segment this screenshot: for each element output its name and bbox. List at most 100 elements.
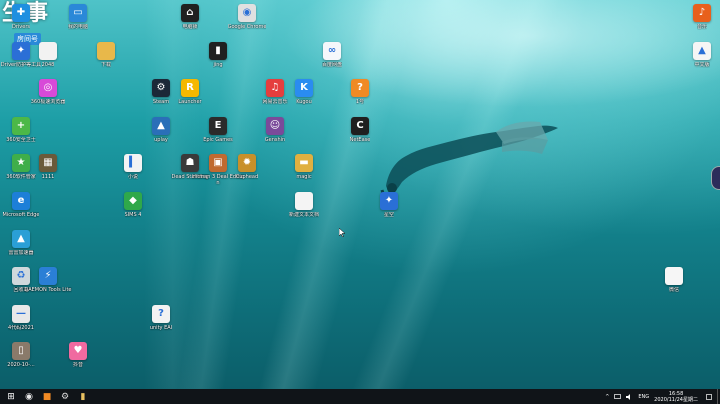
start-button[interactable]: ⊞ xyxy=(4,389,18,404)
desktop-icon-label: 我的电脑 xyxy=(67,24,88,30)
desktop-icon[interactable]: ✦ 星空 xyxy=(363,192,415,218)
desktop-icon[interactable]: ♪ 音乐 xyxy=(676,4,720,30)
orange-app-icon: ■ xyxy=(42,391,52,402)
network-icon[interactable] xyxy=(614,393,622,400)
taskbar-chrome[interactable]: ◉ xyxy=(22,389,36,404)
desktop-icon-label: Drivers xyxy=(12,24,30,30)
desktop-icon-label: Microsoft Edge xyxy=(2,212,40,218)
desktop-icon[interactable]: ▯ 2020-10-... xyxy=(0,342,47,368)
desktop-icon[interactable]: K Kugou xyxy=(278,79,330,105)
system-tray: ^ ENG 16:58 2020/11/24星期二 xyxy=(605,389,720,404)
language-indicator[interactable]: ENG xyxy=(638,394,649,400)
desktop-icon-label: uplay xyxy=(154,137,168,143)
desktop-icon-label: 百度网盘 xyxy=(321,62,342,68)
lock-app-icon: ⌂ xyxy=(181,4,199,22)
taskbar: ⊞ ◉ ■ ⚙ ▮ ^ ENG 16:58 2020/11/24星期二 xyxy=(0,389,720,404)
desktop-icon-label: NetEase xyxy=(349,137,371,143)
desktop-icon[interactable]: e Microsoft Edge xyxy=(0,192,47,218)
yellow-c-icon: C xyxy=(351,117,369,135)
desktop-icon-label: 微信 xyxy=(668,287,679,293)
star-shortcut-icon: ✦ xyxy=(380,192,398,210)
edge-floating-widget[interactable] xyxy=(711,166,720,190)
pink-app-icon: ♥ xyxy=(69,342,87,360)
edge-icon: e xyxy=(12,192,30,210)
new-text-document-icon xyxy=(295,192,313,210)
desktop-icon-label: Launcher xyxy=(178,99,202,105)
desktop-icon[interactable]: ▭ 我的电脑 xyxy=(52,4,104,30)
desktop-icon-label: 中文版 xyxy=(694,62,710,68)
desktop-icon[interactable]: ☺ Genshin xyxy=(249,117,301,143)
desktop-icon[interactable]: ∞ 百度网盘 xyxy=(306,42,358,68)
desktop-icon[interactable]: ▲ 雷雷加速器 xyxy=(0,230,47,256)
desktop-icon[interactable]: ⚡ DAEMON Tools Lite xyxy=(22,267,74,293)
desktop-icon[interactable]: E Epic Games xyxy=(192,117,244,143)
desktop-icon[interactable]: ◎ 360极速浏览器 xyxy=(22,79,74,105)
notification-icon[interactable] xyxy=(706,393,712,400)
desktop-icon-label: Epic Games xyxy=(203,137,233,143)
desktop-icon[interactable]: ? 1号 xyxy=(334,79,386,105)
taskbar-settings[interactable]: ⚙ xyxy=(58,389,72,404)
desktop-icon[interactable]: — 4代码2021 xyxy=(0,305,47,331)
image-file-icon: ▯ xyxy=(12,342,30,360)
red-white-app-icon: ▲ xyxy=(693,42,711,60)
desktop-icon[interactable]: R Launcher xyxy=(164,79,216,105)
desktop-icon[interactable]: ◆ SIMS 4 xyxy=(107,192,159,218)
desktop-icon[interactable]: +360安全卫士 xyxy=(0,117,47,143)
chrome-icon: ◉ xyxy=(238,4,256,22)
folder-icon xyxy=(97,42,115,60)
desktop-icon[interactable]: ▬ magic xyxy=(278,154,330,180)
volume-icon[interactable] xyxy=(626,393,633,400)
clock-date: 2020/11/24星期二 xyxy=(654,396,698,403)
desktop-icon[interactable]: ▍ 小说 xyxy=(107,154,159,180)
desktop-icon[interactable]: 2048 xyxy=(22,42,74,68)
tray-chevron-icon[interactable]: ^ xyxy=(605,394,609,400)
desktop-icon[interactable]: ✹ Cuphead xyxy=(221,154,273,180)
desktop-icon[interactable]: 微信 xyxy=(648,267,700,293)
desktop-icon[interactable]: ✚ Drivers xyxy=(0,4,47,30)
desktop-icon-label: 360极速浏览器 xyxy=(30,99,66,105)
file-icon: ▮ xyxy=(80,391,86,402)
screenshot-file-icon: ▦ xyxy=(39,154,57,172)
epic-games-icon: E xyxy=(209,117,227,135)
desktop-icon[interactable]: ▲ uplay xyxy=(135,117,187,143)
document-icon xyxy=(39,42,57,60)
blank-file-icon xyxy=(665,267,683,285)
desktop-icon-label: Cuphead xyxy=(235,174,259,180)
dash-file-icon: — xyxy=(12,305,30,323)
desktop-icon-label: 新建文本文档 xyxy=(288,212,319,218)
desktop-icon-label: 1111 xyxy=(41,174,55,180)
desktop-icon-label: SIMS 4 xyxy=(124,212,142,218)
desktop-icon[interactable]: ▮ jing xyxy=(192,42,244,68)
clock[interactable]: 16:58 2020/11/24星期二 xyxy=(654,391,698,403)
desktop-icon-label: jing xyxy=(213,62,223,68)
desktop-icon[interactable]: ? unity EAI xyxy=(135,305,187,331)
desktop-icon-label: magic xyxy=(296,174,312,180)
game-character-icon: ☺ xyxy=(266,117,284,135)
sims-plumbob-icon: ◆ xyxy=(124,192,142,210)
taskbar-app-orange[interactable]: ■ xyxy=(40,389,54,404)
desktop-icon[interactable]: ▲ 中文版 xyxy=(676,42,720,68)
computer-icon: ▭ xyxy=(69,4,87,22)
browser-360-icon: ◎ xyxy=(39,79,57,97)
desktop-icon[interactable]: ♥ 抖音 xyxy=(52,342,104,368)
desktop-icon-label: 下载 xyxy=(100,62,111,68)
desktop-icon-label: 2048 xyxy=(41,62,55,68)
security-360-icon: + xyxy=(12,117,30,135)
desktop[interactable]: 生事 房间号 123 ✚Drivers✦Driver防护等工具2048▭我的电脑… xyxy=(0,0,720,404)
taskbar-file[interactable]: ▮ xyxy=(76,389,90,404)
mouse-cursor-icon xyxy=(339,228,345,237)
desktop-icon[interactable]: ◉ Google Chrome xyxy=(221,4,273,30)
daemon-tools-icon: ⚡ xyxy=(39,267,57,285)
desktop-icon[interactable]: 新建文本文档 xyxy=(278,192,330,218)
orange-app-icon: ♪ xyxy=(693,4,711,22)
desktop-icon-label: 小说 xyxy=(127,174,138,180)
desktop-icon[interactable]: ⌂ 电脑锁 xyxy=(164,4,216,30)
desktop-icon[interactable]: C NetEase xyxy=(334,117,386,143)
desktop-icon-label: 360安全卫士 xyxy=(6,137,36,143)
desktop-icon-label: 音乐 xyxy=(696,24,707,30)
desktop-icon[interactable]: 下载 xyxy=(80,42,132,68)
desktop-icon-label: 抖音 xyxy=(72,362,83,368)
desktop-icon[interactable]: ▦ 1111 xyxy=(22,154,74,180)
desktop-icon-label: Google Chrome xyxy=(227,24,267,30)
blue-cross-icon: ✚ xyxy=(12,4,30,22)
